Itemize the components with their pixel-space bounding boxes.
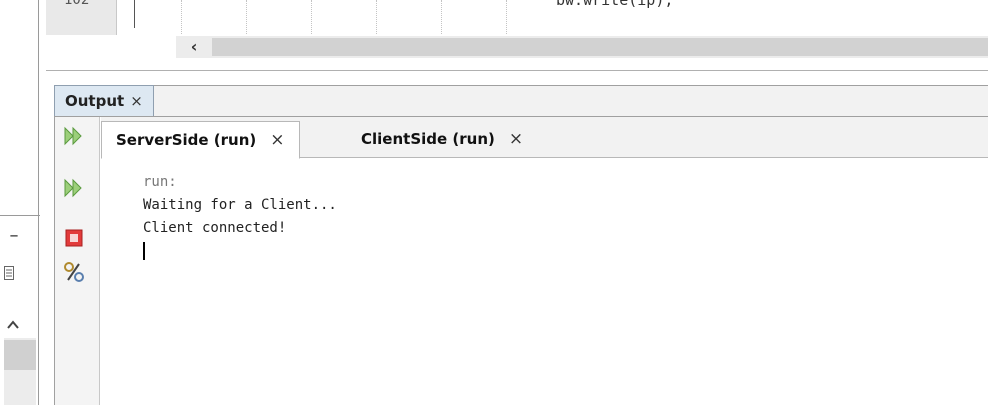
indent-guide [246, 0, 247, 34]
rerun-with-options-button[interactable] [61, 175, 87, 201]
tab-output[interactable]: Output × [54, 85, 154, 116]
console-line: Waiting for a Client... [143, 197, 337, 213]
tab-clientside-run[interactable]: ClientSide (run) × [361, 121, 523, 156]
stop-icon [65, 229, 83, 247]
settings-icon [64, 262, 84, 282]
tab-label: ServerSide (run) [116, 131, 257, 149]
line-number-gutter: 102 [46, 0, 117, 35]
indent-guide [441, 0, 442, 34]
close-icon[interactable]: × [509, 129, 523, 149]
close-icon[interactable]: × [270, 130, 284, 150]
indent-guide [181, 0, 182, 34]
tab-output-label: Output [65, 92, 125, 110]
output-action-bar [55, 117, 100, 405]
console-line: Client connected! [143, 220, 287, 236]
editor-divider [46, 70, 988, 71]
code-line[interactable]: bw.write(ip); [556, 0, 673, 9]
output-window: ServerSide (run) × ClientSide (run) × ru… [54, 117, 988, 405]
fold-guide [134, 0, 135, 28]
code-editor[interactable]: 102 bw.write(ip); ‹ [46, 0, 988, 72]
tab-label: ClientSide (run) [361, 129, 495, 148]
rerun-with-options-icon [64, 178, 82, 198]
rerun-icon [64, 126, 82, 146]
settings-button[interactable] [61, 259, 87, 285]
panel-divider-horizontal [0, 215, 40, 216]
horizontal-scrollbar-thumb[interactable] [212, 38, 988, 56]
indent-guide [311, 0, 312, 34]
panel-divider [38, 0, 39, 405]
tab-serverside-run[interactable]: ServerSide (run) × [101, 121, 300, 159]
console-line: run: [143, 174, 177, 190]
line-number: 102 [64, 0, 90, 8]
scroll-up-icon[interactable] [4, 316, 22, 334]
horizontal-scrollbar[interactable]: ‹ [176, 36, 988, 58]
document-icon[interactable] [4, 266, 14, 280]
rerun-button[interactable] [61, 123, 87, 149]
output-window-header: Output × [54, 85, 988, 117]
left-side-panel: – [0, 0, 40, 405]
chevron-left-icon[interactable]: ‹ [182, 36, 206, 58]
console-input-line[interactable] [143, 240, 337, 263]
run-tabs-bar: ServerSide (run) × ClientSide (run) × [101, 117, 988, 159]
indent-guide [506, 0, 507, 34]
indent-guide [376, 0, 377, 34]
console-output[interactable]: run: Waiting for a Client... Client conn… [143, 171, 337, 263]
ide-window: – 102 bw.write(ip); ‹ Output × ServerSid… [0, 0, 988, 405]
stop-button[interactable] [61, 225, 87, 251]
minimize-button[interactable]: – [7, 226, 21, 246]
left-scrollbar-thumb[interactable] [4, 340, 36, 370]
text-caret [143, 242, 145, 260]
close-icon[interactable]: × [130, 92, 143, 110]
